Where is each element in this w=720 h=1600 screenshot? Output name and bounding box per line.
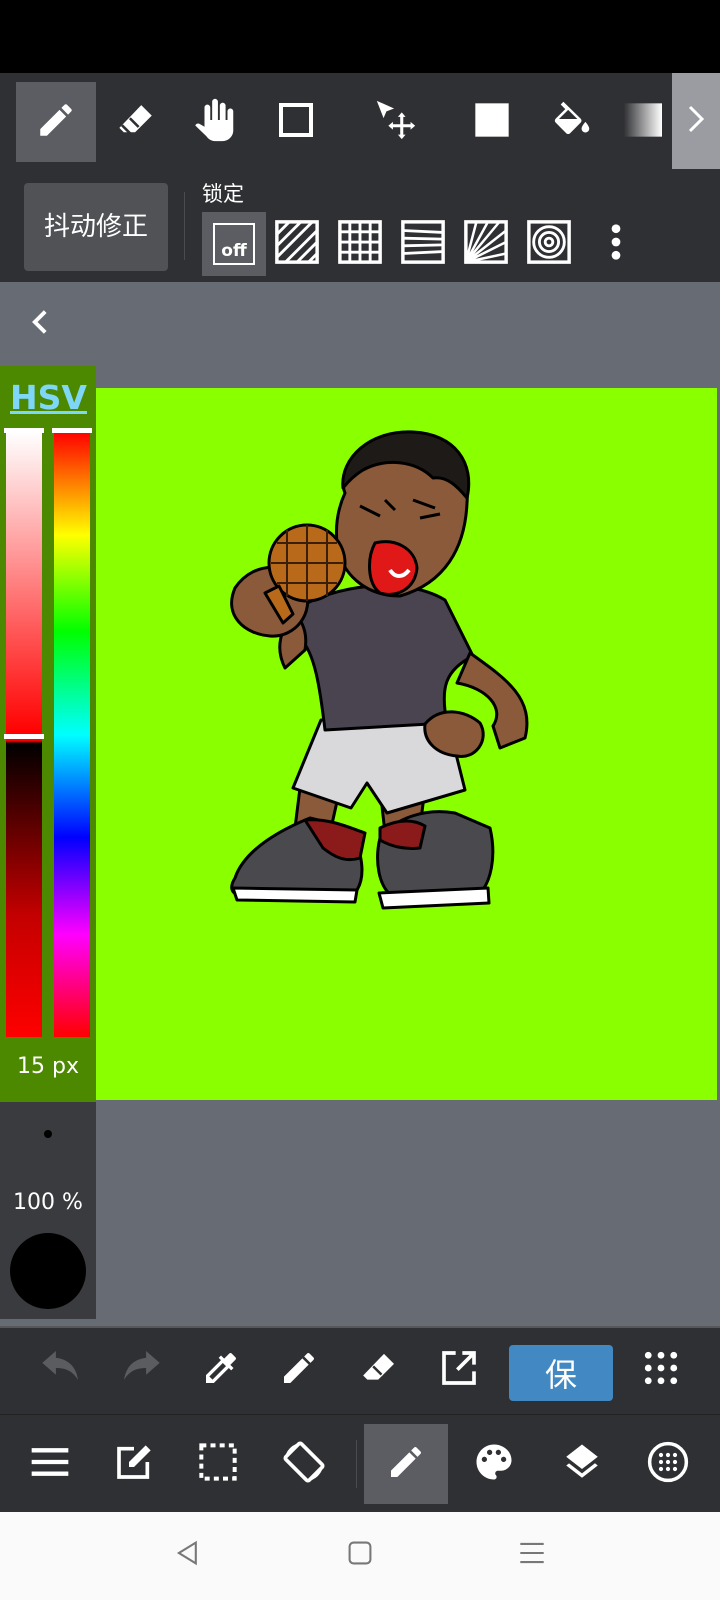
move-transform-icon: [373, 97, 419, 147]
hamburger-icon: [30, 1447, 70, 1481]
bucket-icon: [549, 97, 595, 147]
triangle-back-icon: [175, 1540, 201, 1570]
nav-recents-button[interactable]: [502, 1530, 562, 1580]
stabilizer-button[interactable]: 抖动修正: [24, 183, 168, 271]
selection-button[interactable]: [176, 1424, 260, 1504]
eraser-tool-button[interactable]: [96, 82, 176, 162]
grid-icon: [337, 219, 383, 269]
external-link-icon: [439, 1348, 479, 1392]
material-button[interactable]: [626, 1424, 710, 1504]
brush-button[interactable]: [364, 1424, 448, 1504]
lock-radial-button[interactable]: [454, 212, 518, 276]
collapse-row: [0, 282, 720, 366]
eyedropper-button[interactable]: [186, 1335, 256, 1405]
lock-concentric-button[interactable]: [517, 212, 581, 276]
move-tool-button[interactable]: [356, 82, 436, 162]
radial-lines-icon: [463, 219, 509, 269]
square-home-icon: [347, 1540, 373, 1570]
value-handle[interactable]: [4, 734, 44, 739]
current-color-swatch[interactable]: [10, 1233, 86, 1309]
eraser-icon: [359, 1348, 399, 1392]
share-button[interactable]: [424, 1335, 494, 1405]
menu-button[interactable]: [8, 1424, 92, 1504]
pencil-icon: [35, 99, 77, 145]
color-palette-button[interactable]: [452, 1424, 536, 1504]
quick-pen-button[interactable]: [264, 1335, 334, 1405]
eyedropper-icon: [201, 1348, 241, 1392]
rectangle-select-button[interactable]: [256, 82, 336, 162]
layers-button[interactable]: [540, 1424, 624, 1504]
gradient-tool-button[interactable]: [612, 82, 672, 162]
diagonal-lines-icon: [274, 219, 320, 269]
dotted-selection-icon: [198, 1442, 238, 1486]
nav-home-button[interactable]: [330, 1530, 390, 1580]
hue-handle[interactable]: [52, 428, 92, 433]
gradient-icon: [621, 100, 663, 144]
color-mode-toggle[interactable]: HSV: [10, 378, 87, 417]
nav-back-button[interactable]: [158, 1530, 218, 1580]
lock-diagonal-button[interactable]: [265, 212, 329, 276]
bucket-tool-button[interactable]: [532, 82, 612, 162]
pencil-icon: [279, 1348, 319, 1392]
pencil-icon: [386, 1442, 426, 1486]
rotate-screen-icon: [282, 1440, 326, 1488]
more-vertical-icon: [610, 223, 622, 265]
opacity-label[interactable]: 100 %: [0, 1190, 96, 1215]
saturation-handle[interactable]: [4, 428, 44, 433]
brush-size-preview: [44, 1130, 52, 1138]
chevron-left-icon: [31, 309, 49, 339]
fill-shape-icon: [472, 100, 512, 144]
quick-eraser-button[interactable]: [344, 1335, 414, 1405]
concentric-circles-icon: [526, 219, 572, 269]
hue-slider[interactable]: [54, 432, 90, 1037]
horizontal-perspective-icon: [400, 219, 446, 269]
undo-icon: [40, 1351, 82, 1389]
dotted-circle-icon: [647, 1441, 689, 1487]
drawing-canvas[interactable]: [95, 388, 717, 1100]
toolbar-divider: [356, 1440, 357, 1488]
undo-button[interactable]: [26, 1335, 96, 1405]
fill-shape-button[interactable]: [452, 82, 532, 162]
hand-icon: [193, 97, 239, 147]
pencil-tool-button[interactable]: [16, 82, 96, 162]
lock-label: 锁定: [202, 182, 244, 206]
brush-size-label[interactable]: 15 px: [0, 1054, 96, 1079]
menu-lines-icon: [519, 1540, 545, 1570]
hand-tool-button[interactable]: [176, 82, 256, 162]
edit-button[interactable]: [92, 1424, 176, 1504]
lock-off-label: off: [221, 241, 247, 261]
redo-icon: [120, 1351, 162, 1389]
tool-toolbar: [0, 73, 720, 218]
collapse-panel-button[interactable]: [20, 302, 60, 346]
chevron-right-icon: [685, 104, 707, 138]
save-button[interactable]: 保: [509, 1345, 613, 1401]
character-artwork: [230, 430, 529, 910]
grid-menu-button[interactable]: [626, 1335, 696, 1405]
subbar-divider: [184, 192, 185, 260]
layers-icon: [561, 1441, 603, 1487]
lock-perspective-button[interactable]: [391, 212, 455, 276]
redo-button[interactable]: [106, 1335, 176, 1405]
dots-grid-icon: [644, 1351, 678, 1389]
status-bar: [0, 0, 720, 73]
lock-grid-button[interactable]: [328, 212, 392, 276]
more-options-button[interactable]: [586, 212, 646, 276]
edit-square-icon: [114, 1442, 154, 1486]
lock-off-button[interactable]: off: [202, 212, 266, 276]
toolbar-next-button[interactable]: [672, 73, 720, 169]
rotate-canvas-button[interactable]: [262, 1424, 346, 1504]
eraser-icon: [115, 99, 157, 145]
rectangle-icon: [276, 100, 316, 144]
palette-icon: [473, 1441, 515, 1487]
